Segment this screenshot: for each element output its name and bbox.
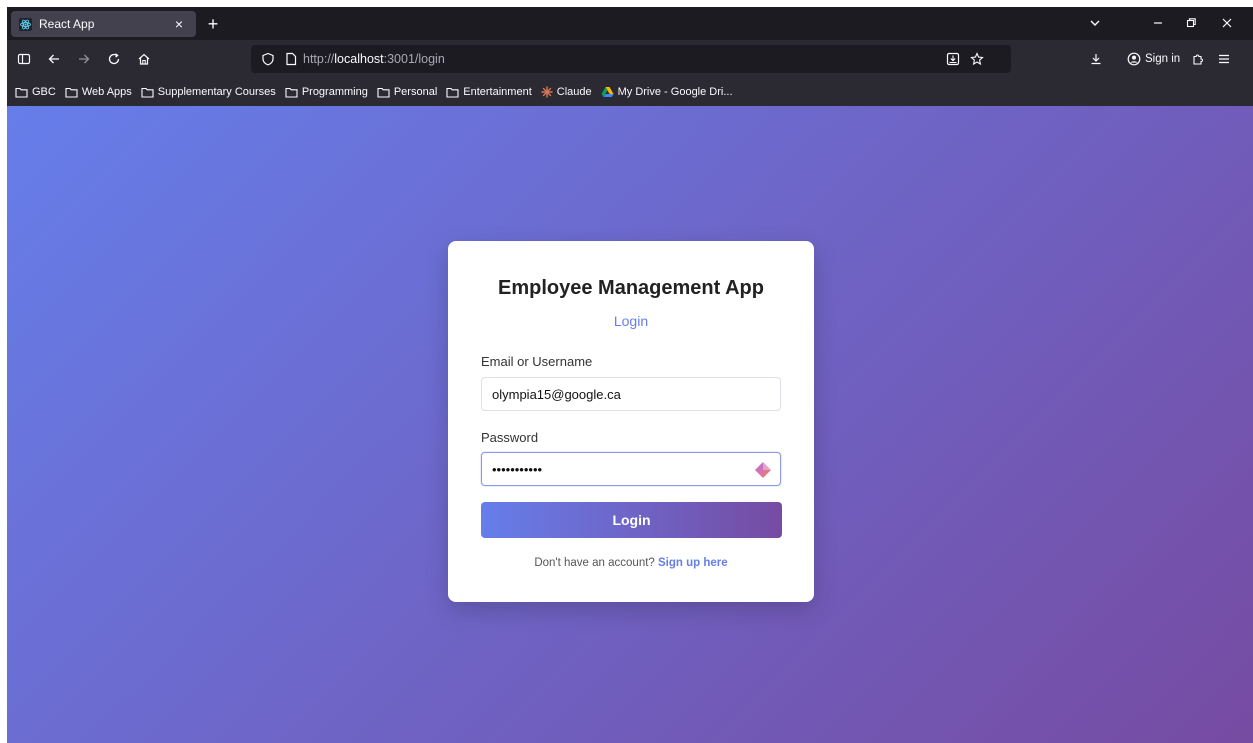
bookmark-label: Programming [301, 86, 368, 98]
restore-icon[interactable] [1177, 11, 1205, 35]
tab-title: React App [39, 17, 95, 31]
folder-icon [65, 87, 78, 98]
new-tab-button[interactable]: + [201, 13, 225, 35]
folder-icon [141, 87, 154, 98]
bookmark-gbc[interactable]: GBC [15, 86, 56, 98]
navigation-toolbar: http://localhost:3001/login Sign in [7, 40, 1253, 78]
tab-react-app[interactable]: React App × [11, 11, 196, 37]
bookmark-label: Supplementary Courses [157, 86, 276, 98]
bookmark-label: Entertainment [463, 86, 532, 98]
extensions-icon[interactable] [1185, 46, 1211, 72]
page-icon[interactable] [285, 52, 297, 66]
folder-icon [15, 87, 28, 98]
bookmark-label: GBC [32, 86, 56, 98]
home-icon[interactable] [131, 46, 157, 72]
sign-in-label: Sign in [1145, 53, 1181, 65]
claude-icon [541, 86, 553, 98]
url-path: :3001/login [383, 52, 445, 66]
password-label: Password [481, 430, 539, 445]
email-label: Email or Username [481, 354, 593, 369]
login-subtitle: Login [613, 313, 649, 329]
bookmark-label: Claude [556, 86, 592, 98]
address-bar[interactable]: http://localhost:3001/login [251, 45, 1011, 73]
folder-icon [446, 87, 459, 98]
react-atom-icon [19, 17, 32, 31]
page-viewport: Employee Management App Login Email or U… [7, 106, 1253, 743]
close-window-icon[interactable] [1213, 11, 1241, 35]
bookmark-supplementary-courses[interactable]: Supplementary Courses [141, 86, 276, 98]
shield-icon[interactable] [261, 52, 275, 66]
password-manager-icon[interactable] [753, 460, 773, 480]
signup-prompt-text: Don't have an account? [534, 557, 655, 569]
sidebar-toggle-icon[interactable] [11, 46, 37, 72]
tab-close-icon[interactable]: × [170, 16, 188, 32]
tab-strip: React App × + [7, 7, 1253, 40]
sign-up-link[interactable]: Sign up here [658, 557, 728, 569]
bookmark-my-drive[interactable]: My Drive - Google Dri... [601, 86, 733, 98]
downloads-icon[interactable] [1083, 46, 1109, 72]
forward-arrow-icon[interactable] [71, 46, 97, 72]
bookmark-claude[interactable]: Claude [541, 86, 592, 98]
bookmark-web-apps[interactable]: Web Apps [65, 86, 132, 98]
login-card: Employee Management App Login Email or U… [448, 241, 814, 602]
bookmark-label: Personal [393, 86, 438, 98]
folder-icon [377, 87, 390, 98]
bookmark-star-icon[interactable] [970, 52, 984, 66]
list-all-tabs-icon[interactable] [1081, 11, 1109, 35]
login-button[interactable]: Login [481, 502, 782, 538]
account-icon [1127, 52, 1141, 66]
app-title: Employee Management App [498, 277, 764, 299]
bookmark-label: My Drive - Google Dri... [617, 86, 733, 98]
bookmark-programming[interactable]: Programming [285, 86, 368, 98]
signup-prompt: Don't have an account? Sign up here [448, 557, 814, 569]
sign-in-button[interactable]: Sign in [1123, 47, 1188, 71]
url-text[interactable]: http://localhost:3001/login [303, 52, 445, 66]
folder-icon [285, 87, 298, 98]
back-arrow-icon[interactable] [41, 46, 67, 72]
url-scheme: http:// [303, 52, 335, 66]
google-drive-icon [601, 86, 614, 98]
browser-window: React App × + http://localhost:3001/logi… [7, 7, 1253, 743]
bookmark-entertainment[interactable]: Entertainment [446, 86, 532, 98]
email-field[interactable] [481, 377, 781, 411]
password-field[interactable] [481, 452, 781, 486]
bookmark-personal[interactable]: Personal [377, 86, 437, 98]
menu-icon[interactable] [1211, 46, 1237, 72]
bookmark-label: Web Apps [81, 86, 132, 98]
url-host: localhost [334, 52, 384, 66]
bookmarks-toolbar: GBC Web Apps Supplementary Courses Progr… [7, 78, 1253, 106]
minimize-icon[interactable] [1144, 11, 1172, 35]
reader-view-icon[interactable] [946, 52, 960, 66]
reload-icon[interactable] [101, 46, 127, 72]
